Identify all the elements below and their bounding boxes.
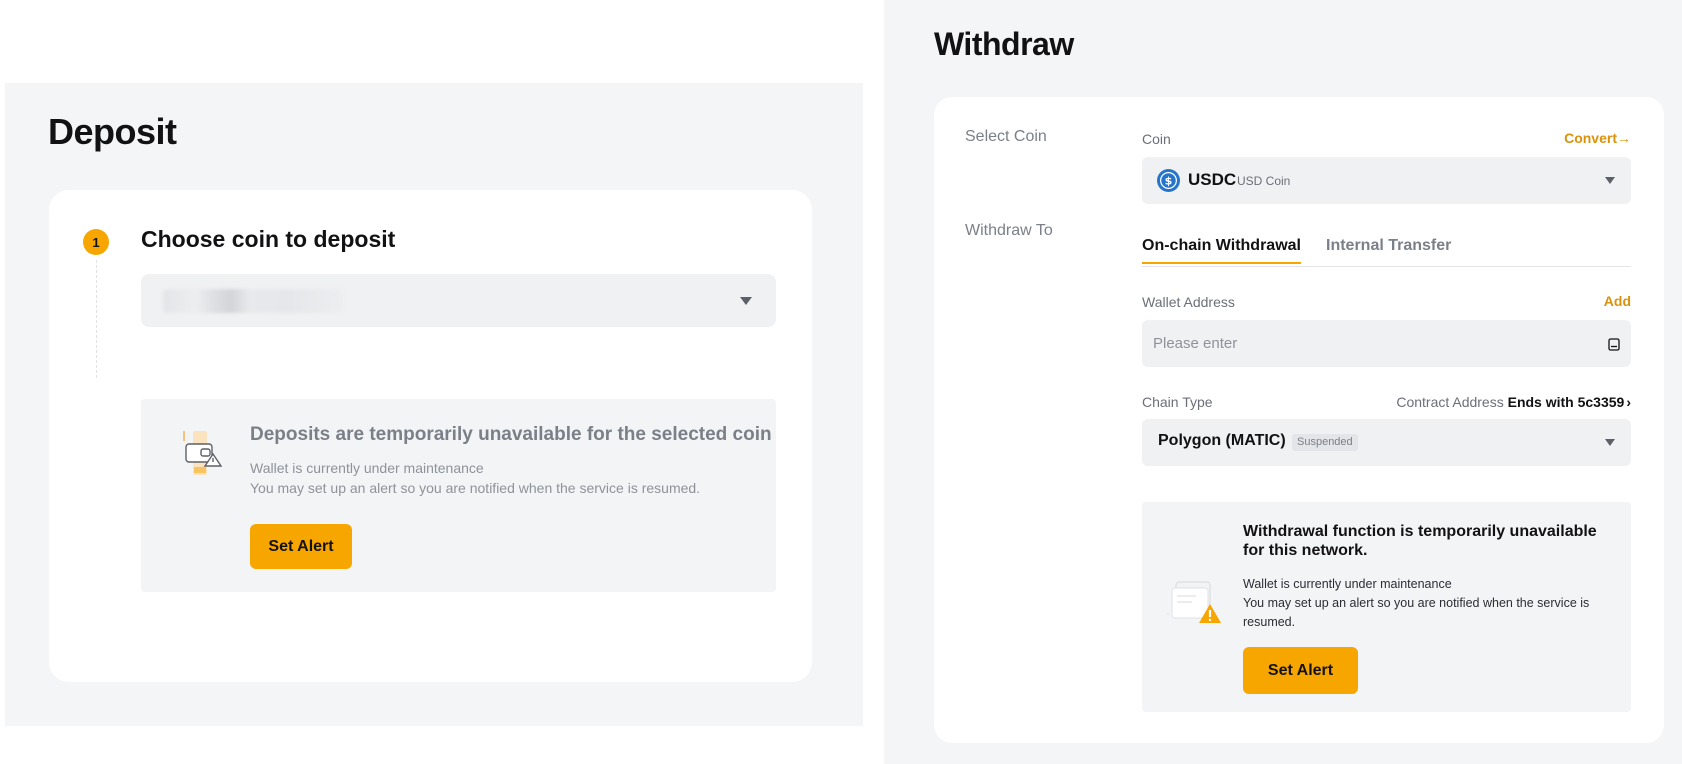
coin-field-label: Coin — [1142, 131, 1171, 147]
deposit-page-title: Deposit — [48, 111, 177, 152]
arrow-right-icon: → — [1617, 130, 1631, 146]
wallet-address-label: Wallet Address — [1142, 294, 1235, 310]
chevron-right-icon: › — [1626, 394, 1631, 410]
notice-text-line: Wallet is currently under maintenance — [250, 460, 484, 476]
svg-text:$: $ — [1165, 175, 1173, 188]
select-coin-label: Select Coin — [965, 128, 1047, 145]
contract-address-value: Ends with 5c3359 — [1507, 394, 1625, 410]
contract-address-link[interactable]: Contract Address Ends with 5c3359 › — [1396, 394, 1631, 410]
deposit-card: 1 Choose coin to deposit Deposits are te… — [49, 190, 812, 682]
wallet-address-input[interactable] — [1142, 320, 1631, 367]
wallet-maintenance-icon — [183, 431, 223, 475]
notice-title: Deposits are temporarily unavailable for… — [250, 424, 772, 445]
deposit-coin-select[interactable] — [141, 274, 776, 327]
notice-text: Wallet is currently under maintenance Yo… — [1243, 575, 1613, 632]
status-badge: Suspended — [1292, 434, 1358, 451]
withdraw-to-label: Withdraw To — [965, 222, 1053, 239]
notice-title: Withdrawal function is temporarily unava… — [1243, 523, 1597, 559]
step-number-badge: 1 — [83, 229, 109, 255]
chain-name: Polygon (MATIC) — [1158, 432, 1286, 449]
blurred-coin-value — [163, 289, 343, 313]
withdraw-method-tabs: On-chain Withdrawal Internal Transfer — [1142, 237, 1631, 267]
convert-link-label: Convert — [1564, 130, 1617, 146]
tab-internal-transfer[interactable]: Internal Transfer — [1326, 237, 1451, 255]
step-connector-line — [96, 260, 97, 378]
tab-on-chain-withdrawal[interactable]: On-chain Withdrawal — [1142, 237, 1301, 264]
notice-text-line: Wallet is currently under maintenance — [1243, 577, 1452, 591]
step-title: Choose coin to deposit — [141, 226, 396, 252]
set-alert-button[interactable]: Set Alert — [250, 524, 352, 569]
coin-full-name: USD Coin — [1237, 174, 1291, 188]
withdraw-panel: Withdraw Select Coin Coin Convert→ $ USD… — [884, 0, 1682, 764]
chevron-down-icon — [1605, 177, 1615, 184]
card-warning-icon — [1167, 581, 1221, 623]
notice-text-line: You may set up an alert so you are notif… — [1243, 596, 1590, 629]
withdraw-card: Select Coin Coin Convert→ $ USDC USD Coi… — [934, 97, 1664, 743]
chain-type-select[interactable]: Polygon (MATIC) Suspended — [1142, 419, 1631, 466]
chevron-down-icon — [740, 297, 752, 305]
coin-symbol: USDC — [1188, 170, 1237, 189]
withdrawal-unavailable-notice: Withdrawal function is temporarily unava… — [1142, 502, 1631, 712]
notice-text-line: You may set up an alert so you are notif… — [250, 480, 701, 496]
chain-type-label: Chain Type — [1142, 394, 1213, 410]
deposit-unavailable-notice: Deposits are temporarily unavailable for… — [141, 399, 776, 592]
withdraw-page-title: Withdraw — [934, 26, 1074, 62]
deposit-panel: Deposit 1 Choose coin to deposit Deposit… — [5, 83, 863, 726]
address-book-icon[interactable] — [1608, 338, 1620, 351]
set-alert-button[interactable]: Set Alert — [1243, 647, 1358, 694]
convert-link[interactable]: Convert→ — [1564, 130, 1631, 146]
coin-select[interactable]: $ USDC USD Coin — [1142, 157, 1631, 204]
add-address-link[interactable]: Add — [1604, 293, 1631, 309]
contract-address-label: Contract Address — [1396, 394, 1504, 410]
usdc-coin-icon: $ — [1157, 169, 1180, 192]
chevron-down-icon — [1605, 439, 1615, 446]
